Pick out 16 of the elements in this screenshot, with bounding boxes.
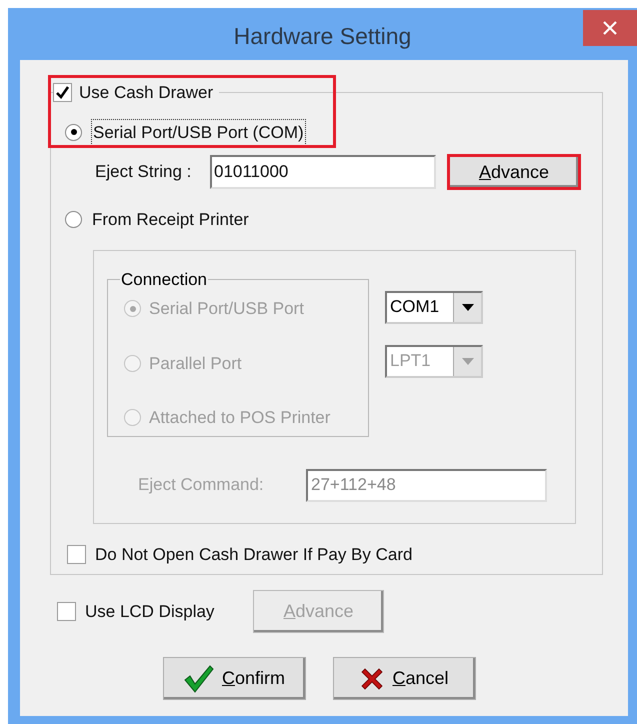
field-label: Eject Command: — [138, 474, 265, 496]
radio-label: Serial Port/USB Port (COM) — [92, 120, 305, 145]
radio-label: Parallel Port — [149, 352, 242, 374]
eject-string-field[interactable]: 01011000 — [210, 155, 436, 189]
radio-label: Attached to POS Printer — [149, 407, 330, 429]
field-label: Eject String : — [95, 161, 192, 184]
window-title: Hardware Setting — [234, 22, 412, 51]
checkbox-label: Do Not Open Cash Drawer If Pay By Card — [95, 544, 412, 566]
radio-label: From Receipt Printer — [92, 209, 249, 231]
advance-button[interactable]: Advance — [450, 157, 578, 187]
cancel-button[interactable]: Cancel — [333, 657, 476, 700]
checkbox-label: Use Cash Drawer — [79, 82, 214, 104]
group-title: Connection — [120, 268, 208, 290]
confirm-button[interactable]: Confirm — [163, 657, 306, 700]
radio-label: Serial Port/USB Port — [149, 298, 304, 320]
checkbox-label: Use LCD Display — [85, 600, 216, 623]
